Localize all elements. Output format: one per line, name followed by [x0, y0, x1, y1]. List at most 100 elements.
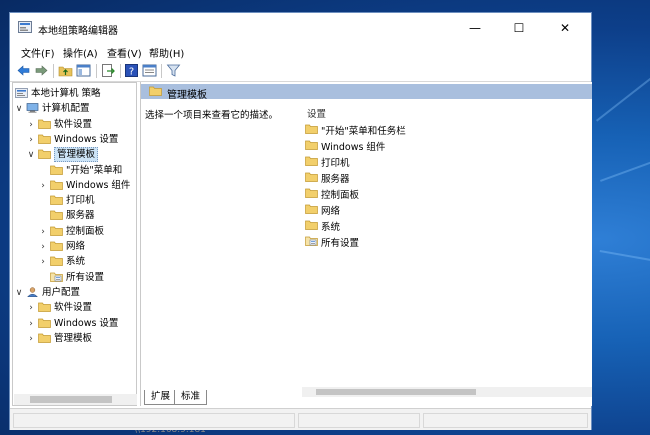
folder-icon — [50, 195, 63, 205]
light-ray — [596, 46, 650, 122]
tree-item[interactable]: › 软件设置 — [13, 117, 136, 132]
collapse-chevron-icon[interactable]: ∨ — [27, 148, 35, 163]
tree-item[interactable]: › 网络 — [13, 239, 136, 254]
tree-pane[interactable]: 本地计算机 策略 ∨ 计算机配置 › 软件设置 › Windows 设置 ∨ 管理模板 "开始"菜… — [12, 82, 137, 406]
help-icon[interactable]: ? — [124, 63, 139, 78]
folder-icon — [305, 188, 318, 198]
view-tabs: 扩展 标准 — [140, 387, 590, 405]
description-text: 选择一个项目来查看它的描述。 — [145, 110, 279, 121]
filter-icon[interactable] — [166, 63, 181, 78]
menu-view[interactable]: 查看(V) — [107, 45, 142, 60]
computer-policy-icon — [15, 88, 28, 98]
tree-item[interactable]: ∨ 管理模板 — [13, 147, 136, 163]
menu-help[interactable]: 帮助(H) — [149, 45, 184, 60]
status-cell — [423, 413, 588, 428]
show-hide-tree-icon[interactable] — [76, 63, 91, 78]
tab-standard[interactable]: 标准 — [174, 390, 208, 405]
tree-item-label: 系统 — [66, 256, 86, 268]
details-pane: 管理模板 选择一个项目来查看它的描述。 设置 "开始"菜单和任务栏 Windows… — [140, 82, 592, 406]
tree-item[interactable]: ∨ 用户配置 — [13, 285, 136, 300]
tree-item-label: 管理模板 — [54, 147, 99, 163]
tree-item-label: 控制面板 — [66, 225, 105, 237]
tree-item-label: 打印机 — [66, 195, 95, 207]
tree-horizontal-scrollbar[interactable] — [14, 394, 137, 405]
expand-chevron-icon[interactable]: › — [27, 133, 35, 148]
expand-chevron-icon[interactable]: › — [39, 225, 47, 240]
details-header: 管理模板 — [141, 84, 592, 101]
folder-icon — [38, 302, 51, 313]
folder-icon — [305, 204, 318, 214]
settings-list-item-label: 网络 — [321, 206, 341, 217]
toolbar-separator — [120, 64, 121, 78]
folder-icon — [50, 256, 63, 267]
folder-icon — [50, 226, 63, 236]
window-title: 本地组策略编辑器 — [38, 26, 118, 37]
folder-icon — [50, 211, 63, 221]
user-icon — [26, 287, 39, 297]
expand-chevron-icon[interactable]: › — [27, 332, 35, 347]
folder-icon — [38, 149, 51, 160]
back-arrow-icon[interactable] — [16, 63, 31, 78]
group-policy-window: 本地组策略编辑器 — ☐ ✕ 文件(F) 操作(A) 查看(V) 帮助(H) ?… — [9, 12, 592, 430]
tree-item[interactable]: "开始"菜单和 — [13, 163, 136, 178]
export-list-icon[interactable] — [101, 63, 116, 78]
toolbar-separator — [161, 64, 162, 78]
tree-item[interactable]: 所有设置 — [13, 270, 136, 285]
tree-item[interactable]: › Windows 组件 — [13, 178, 136, 193]
tree-item-label: 管理模板 — [54, 332, 93, 344]
tree-item[interactable]: 服务器 — [13, 208, 136, 223]
tree-item[interactable]: › Windows 设置 — [13, 316, 136, 331]
column-header-settings[interactable]: 设置 — [307, 106, 326, 120]
folder-icon — [305, 124, 318, 134]
light-ray — [599, 250, 650, 273]
toolbar: ? — [10, 61, 591, 82]
policy-editor-icon — [18, 21, 32, 33]
tree-item[interactable]: 本地计算机 策略 — [13, 86, 136, 101]
close-button[interactable]: ✕ — [543, 17, 587, 39]
folder-icon — [38, 318, 51, 328]
expand-chevron-icon[interactable]: › — [39, 240, 47, 255]
settings-list-item-label: 控制面板 — [321, 190, 360, 201]
folder-icon — [50, 180, 63, 190]
settings-list-item-label: 打印机 — [321, 158, 350, 169]
tree-scroll-thumb[interactable] — [30, 396, 112, 403]
properties-window-icon[interactable] — [142, 63, 157, 78]
tree-item[interactable]: › 管理模板 — [13, 331, 136, 346]
light-ray — [600, 138, 650, 182]
menu-file[interactable]: 文件(F) — [21, 45, 55, 60]
tree-item-label: 软件设置 — [54, 302, 93, 314]
tree-item[interactable]: ∨ 计算机配置 — [13, 101, 136, 116]
tree-item-label: 所有设置 — [66, 271, 105, 283]
details-header-title: 管理模板 — [167, 90, 207, 101]
folder-icon — [149, 86, 162, 96]
tree-item[interactable]: 打印机 — [13, 193, 136, 208]
tree-item-label: Windows 设置 — [54, 317, 119, 329]
folder-icon — [305, 140, 318, 150]
tree-item-label: "开始"菜单和 — [66, 164, 123, 176]
settings-list-item-label: Windows 组件 — [321, 142, 386, 153]
toolbar-separator — [53, 64, 54, 78]
expand-chevron-icon[interactable]: › — [27, 118, 35, 133]
menu-bar: 文件(F) 操作(A) 查看(V) 帮助(H) — [10, 43, 591, 61]
collapse-chevron-icon[interactable]: ∨ — [15, 286, 23, 301]
maximize-button[interactable]: ☐ — [497, 17, 541, 39]
expand-chevron-icon[interactable]: › — [39, 255, 47, 270]
minimize-button[interactable]: — — [453, 17, 497, 39]
menu-action[interactable]: 操作(A) — [63, 45, 98, 60]
tree-item-label: 软件设置 — [54, 118, 93, 130]
tree-item[interactable]: › 软件设置 — [13, 300, 136, 315]
tree-item-label: Windows 设置 — [54, 133, 119, 145]
collapse-chevron-icon[interactable]: ∨ — [15, 102, 23, 117]
settings-list-item-label: 服务器 — [321, 174, 350, 185]
tree-item[interactable]: › Windows 设置 — [13, 132, 136, 147]
up-folder-icon[interactable] — [58, 63, 73, 78]
tree-item[interactable]: › 控制面板 — [13, 224, 136, 239]
tab-extended[interactable]: 扩展 — [144, 390, 178, 405]
forward-arrow-icon[interactable] — [34, 63, 49, 78]
settings-list-item-label: "开始"菜单和任务栏 — [321, 126, 406, 137]
tree-item[interactable]: › 系统 — [13, 254, 136, 269]
expand-chevron-icon[interactable]: › — [27, 301, 35, 316]
expand-chevron-icon[interactable]: › — [27, 317, 35, 332]
title-bar[interactable]: 本地组策略编辑器 — ☐ ✕ — [10, 13, 591, 43]
expand-chevron-icon[interactable]: › — [39, 179, 47, 194]
